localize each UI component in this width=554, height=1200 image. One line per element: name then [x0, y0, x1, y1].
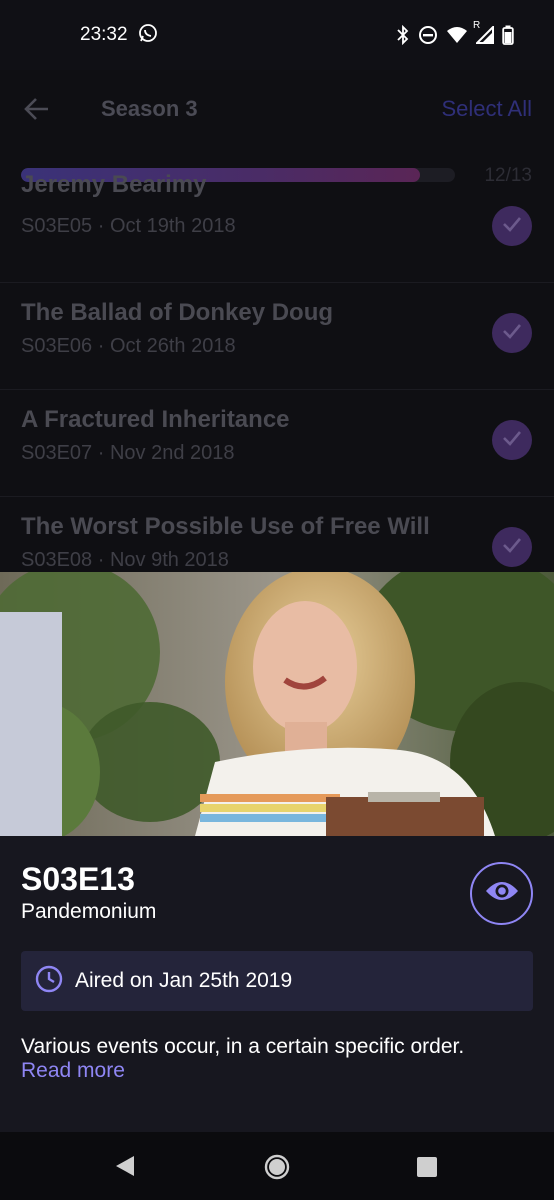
clock-icon — [35, 965, 63, 998]
episode-title: The Ballad of Donkey Doug — [21, 299, 334, 326]
mark-watched-button[interactable] — [470, 862, 533, 925]
check-icon — [501, 427, 523, 454]
episode-title: The Worst Possible Use of Free Will — [21, 513, 430, 540]
status-right: R — [396, 20, 514, 45]
signal-icon: R — [473, 20, 494, 44]
status-left: 23:32 — [80, 23, 158, 48]
episode-subtitle: S03E05 · Oct 19th 2018 — [21, 215, 236, 237]
episode-list-item[interactable]: A Fractured Inheritance S03E07 · Nov 2nd… — [0, 390, 554, 497]
episode-list-item[interactable]: Jeremy Bearimy S03E05 · Oct 19th 2018 — [0, 171, 554, 283]
system-nav-bar — [0, 1132, 554, 1200]
watched-toggle[interactable] — [492, 206, 532, 246]
roaming-label: R — [473, 20, 481, 31]
select-all-button[interactable]: Select All — [442, 96, 533, 122]
episode-code: S03E13 — [21, 861, 135, 897]
arrow-left-icon — [22, 98, 52, 128]
bluetooth-icon — [396, 25, 410, 45]
status-bar: 23:32 R — [0, 0, 554, 70]
episode-subtitle: S03E08 · Nov 9th 2018 — [21, 549, 229, 571]
status-time: 23:32 — [80, 24, 128, 45]
app-bar: Season 3 Select All — [0, 70, 554, 150]
eye-icon — [485, 879, 519, 908]
episode-subtitle: S03E06 · Oct 26th 2018 — [21, 335, 236, 357]
episode-title: A Fractured Inheritance — [21, 406, 290, 433]
episode-still-image — [0, 572, 554, 836]
episode-title: Jeremy Bearimy — [21, 171, 207, 198]
episode-overview: Various events occur, in a certain speci… — [21, 1035, 465, 1058]
episode-subtitle: S03E07 · Nov 2nd 2018 — [21, 442, 235, 464]
battery-icon — [502, 25, 514, 45]
nav-home-icon[interactable] — [264, 1154, 290, 1185]
page-title: Season 3 — [101, 96, 198, 121]
nav-back-icon[interactable] — [114, 1154, 136, 1183]
nav-recents-icon[interactable] — [416, 1156, 438, 1183]
check-icon — [501, 534, 523, 561]
episode-name: Pandemonium — [21, 900, 157, 923]
episode-list-item[interactable]: The Worst Possible Use of Free Will S03E… — [0, 497, 554, 572]
aired-date-text: Aired on Jan 25th 2019 — [75, 969, 293, 992]
aired-date-box: Aired on Jan 25th 2019 — [21, 951, 533, 1011]
read-more-link[interactable]: Read more — [21, 1059, 125, 1083]
watched-toggle[interactable] — [492, 420, 532, 460]
watched-toggle[interactable] — [492, 527, 532, 567]
check-icon — [501, 213, 523, 240]
watched-toggle[interactable] — [492, 313, 532, 353]
season-screen-dimmed: Season 3 Select All 12/13 Jeremy Bearimy… — [0, 70, 554, 572]
check-icon — [501, 320, 523, 347]
episode-detail-sheet: S03E13 Pandemonium Aired on Jan 25th 201… — [0, 572, 554, 1132]
back-button[interactable] — [22, 94, 52, 124]
whatsapp-icon — [138, 23, 158, 48]
episode-list-item[interactable]: The Ballad of Donkey Doug S03E06 · Oct 2… — [0, 283, 554, 390]
wifi-icon — [446, 26, 468, 44]
do-not-disturb-icon — [418, 25, 438, 45]
